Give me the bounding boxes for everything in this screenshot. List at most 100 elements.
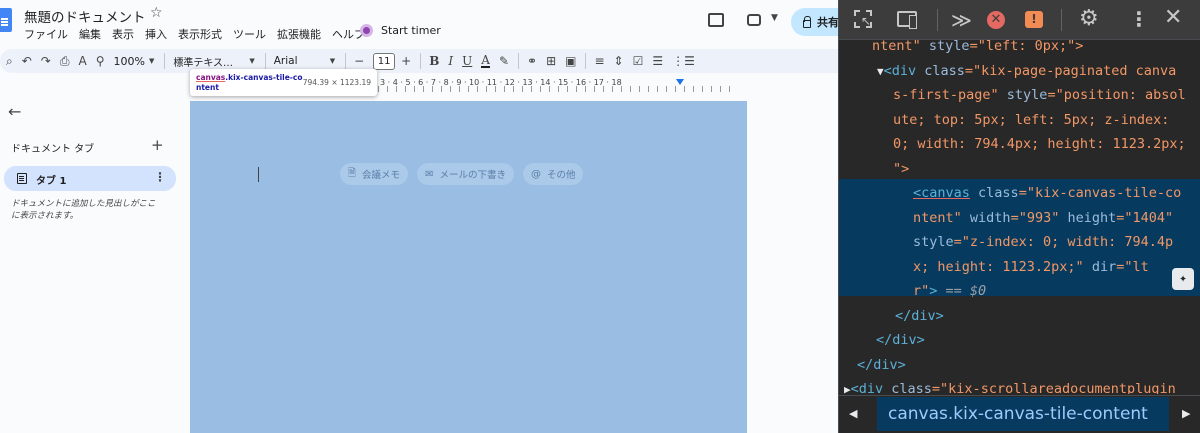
meet-icon[interactable] [747, 14, 761, 26]
scroll-left-icon[interactable]: ◀ [849, 407, 857, 420]
add-comment-icon[interactable]: ⊞ [546, 54, 556, 68]
dom-line[interactable]: s-first-page" style="position: absol [893, 83, 1186, 108]
collapse-triangle-icon[interactable]: ▼ [877, 65, 884, 78]
toolbar-divider [1061, 9, 1062, 31]
align-icon[interactable]: ≡ [594, 54, 604, 68]
gear-icon[interactable]: ⚙ [1079, 6, 1099, 31]
toolbar-divider [420, 53, 422, 69]
dom-line-selected[interactable]: r"> == $0 [913, 279, 986, 304]
bulleted-list-icon[interactable]: ☰ [652, 54, 663, 68]
smart-chips: 🗎 会議メモ ✉ メールの下書き @ その他 [340, 163, 584, 185]
dom-line-selected[interactable]: style="z-index: 0; width: 794.4p [913, 230, 1173, 255]
toolbar-divider [585, 53, 587, 69]
dom-line[interactable]: </div> [857, 353, 906, 378]
chip-label: メールの下書き [439, 170, 506, 181]
underline-button[interactable]: U [462, 54, 472, 68]
undo-icon[interactable]: ↶ [22, 54, 32, 68]
more-options-icon[interactable]: ⋮ [1129, 7, 1149, 31]
paragraph-style-select[interactable]: 標準テキス… [173, 54, 245, 69]
dom-line[interactable]: ntent" style="left: 0px;"> [872, 40, 1083, 59]
text-cursor [258, 167, 259, 182]
scroll-right-icon[interactable]: ▶ [1182, 407, 1190, 420]
style-caret-icon[interactable]: ▼ [249, 57, 254, 65]
font-caret-icon[interactable]: ▼ [330, 57, 335, 65]
dom-line[interactable]: </div> [876, 328, 925, 353]
document-title[interactable]: 無題のドキュメント [24, 6, 146, 26]
chip-meeting-notes[interactable]: 🗎 会議メモ [340, 163, 409, 185]
zoom-select[interactable]: 100% [113, 55, 144, 68]
timer-label: Start timer [381, 24, 441, 37]
expand-triangle-icon[interactable]: ▶ [844, 383, 851, 394]
email-icon: ✉ [425, 168, 434, 180]
comment-history-icon[interactable] [708, 13, 724, 27]
checklist-icon[interactable]: ☑ [633, 54, 644, 68]
dom-line[interactable]: ute; top: 5px; left: 5px; z-index: [893, 108, 1169, 133]
inspect-tooltip: canvas.kix-canvas-tile-co ntent 794.39 ×… [190, 69, 377, 96]
spellcheck-icon[interactable]: A [78, 54, 86, 68]
warning-count-icon[interactable]: ! [1025, 11, 1043, 28]
outline-hint: ドキュメントに追加した見出しがここに表示されます。 [11, 199, 156, 221]
menu-file[interactable]: ファイル [24, 26, 68, 42]
menu-insert[interactable]: 挿入 [145, 26, 167, 42]
inspect-element-icon[interactable] [854, 10, 872, 28]
chip-label: その他 [546, 170, 576, 181]
docs-logo-icon[interactable] [0, 8, 12, 32]
dom-line[interactable]: </div> [895, 304, 944, 329]
zoom-caret-icon[interactable]: ▼ [149, 57, 154, 65]
increase-font-size-button[interactable]: + [401, 54, 411, 68]
link-icon[interactable]: ⚭ [527, 54, 537, 68]
lock-icon [803, 15, 811, 28]
formatting-toolbar: ⌕ ↶ ↷ ⎙ A ⚲ 100% ▼ 標準テキス… ▼ Arial ▼ − 11… [0, 49, 838, 73]
add-tab-button[interactable]: + [151, 136, 164, 154]
font-size-input[interactable]: 11 [373, 52, 396, 70]
dom-line-selected[interactable]: ntent" width="993" height="1404" [913, 206, 1173, 231]
tab-more-icon[interactable]: ⋮ [154, 170, 166, 184]
paint-format-icon[interactable]: ⚲ [96, 54, 105, 68]
menu-format[interactable]: 表示形式 [178, 26, 222, 42]
dom-line[interactable]: ▼<div class="kix-page-paginated canva [877, 59, 1176, 85]
dom-line-selected[interactable]: <canvas class="kix-canvas-tile-co [913, 181, 1181, 206]
italic-button[interactable]: I [448, 54, 453, 68]
sidebar-tab-1[interactable]: タブ 1 ⋮ [4, 166, 176, 191]
share-label: 共有 [817, 16, 838, 29]
breadcrumb-node[interactable]: canvas.kix-canvas-tile-content [877, 397, 1169, 431]
menu-edit[interactable]: 編集 [79, 26, 101, 42]
devtools-panel: ≫ ✕ ! ⚙ ⋮ ✕ ntent" style="left: 0px;"> ▼… [838, 0, 1200, 433]
back-arrow-icon[interactable]: ← [8, 102, 21, 121]
line-spacing-icon[interactable]: ⇕ [614, 54, 624, 68]
devtools-breadcrumb: ◀ canvas.kix-canvas-tile-content ▶ [839, 395, 1200, 433]
share-button[interactable]: 共有 [791, 8, 838, 36]
dom-line-selected[interactable]: x; height: 1123.2px;" dir="lt [913, 255, 1149, 280]
page-canvas[interactable]: 🗎 会議メモ ✉ メールの下書き @ その他 [190, 101, 747, 433]
right-indent-marker[interactable] [676, 79, 684, 85]
ai-assistance-icon[interactable]: ✦ [1172, 268, 1194, 290]
menu-tools[interactable]: ツール [233, 26, 266, 42]
document-tabs-heading: ドキュメント タブ [11, 144, 95, 155]
chip-email-draft[interactable]: ✉ メールの下書き [417, 163, 514, 185]
chevron-down-icon[interactable]: ▼ [771, 13, 778, 23]
decrease-font-size-button[interactable]: − [354, 54, 364, 68]
highlight-icon[interactable]: ✎ [499, 54, 509, 68]
redo-icon[interactable]: ↷ [41, 54, 51, 68]
error-count-icon[interactable]: ✕ [987, 11, 1005, 29]
start-timer-button[interactable]: Start timer [360, 24, 441, 37]
chip-more[interactable]: @ その他 [522, 163, 584, 185]
dom-line[interactable]: ▶<div class="kix-scrollareadocumentplugi… [844, 377, 1176, 394]
font-select[interactable]: Arial [274, 55, 326, 67]
dom-line[interactable]: 0; width: 794.4px; height: 1123.2px; [893, 132, 1186, 157]
docs-titlebar: 無題のドキュメント ☆ ファイル 編集 表示 挿入 表示形式 ツール 拡張機能 … [0, 0, 838, 44]
dom-line[interactable]: "> [893, 157, 909, 182]
print-icon[interactable]: ⎙ [60, 54, 70, 69]
close-icon[interactable]: ✕ [1164, 5, 1182, 30]
numbered-list-icon[interactable]: ⋮☰ [672, 54, 695, 68]
device-toolbar-icon[interactable] [897, 11, 917, 29]
star-icon[interactable]: ☆ [150, 5, 163, 21]
toolbar-divider [345, 53, 347, 69]
insert-image-icon[interactable]: ▣ [565, 54, 576, 68]
menu-view[interactable]: 表示 [112, 26, 134, 42]
search-menus-icon[interactable]: ⌕ [6, 54, 13, 69]
text-color-button[interactable]: A [481, 54, 490, 68]
menu-extensions[interactable]: 拡張機能 [277, 26, 321, 42]
more-tabs-icon[interactable]: ≫ [951, 8, 972, 32]
bold-button[interactable]: B [429, 54, 439, 68]
